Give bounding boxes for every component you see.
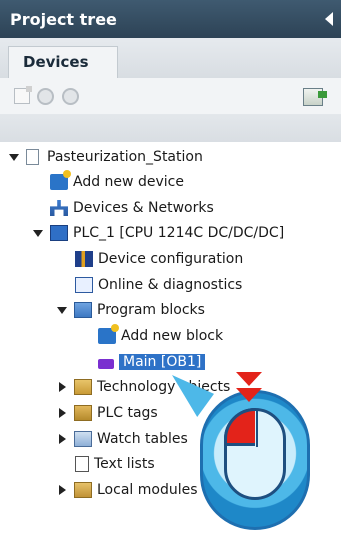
- tree-item-label: Add new block: [121, 328, 224, 344]
- tree-item-label: Watch tables: [97, 431, 188, 447]
- plc-icon: [50, 225, 68, 241]
- tree-item-label: Main [OB1]: [119, 354, 206, 370]
- tree-item-plc[interactable]: PLC_1 [CPU 1214C DC/DC/DC]: [32, 221, 284, 245]
- folder-icon: [74, 379, 92, 395]
- double-click-arrow-icon: [236, 372, 262, 386]
- online-diagnostics-icon: [75, 277, 93, 293]
- tree-toolbar: [0, 78, 341, 114]
- tree-item-label: PLC_1 [CPU 1214C DC/DC/DC]: [73, 225, 285, 241]
- tree-item-add-new-block[interactable]: Add new block: [98, 324, 223, 348]
- add-device-icon: [50, 170, 71, 190]
- tree-item-label: Text lists: [94, 456, 155, 472]
- back-icon[interactable]: [37, 88, 54, 105]
- watch-table-icon: [74, 431, 92, 447]
- collapse-icon[interactable]: [56, 432, 70, 446]
- tree-item-devices-networks[interactable]: Devices & Networks: [50, 196, 214, 220]
- tree-item-label: Pasteurization_Station: [47, 149, 203, 165]
- tree-item-label: Local modules: [97, 482, 198, 498]
- tree-item-root[interactable]: Pasteurization_Station: [8, 145, 203, 169]
- panel-title-bar: Project tree: [0, 0, 341, 38]
- folder-icon: [74, 482, 92, 498]
- network-icon: [50, 200, 68, 216]
- tree-item-label: PLC tags: [97, 405, 158, 421]
- tree-item-label: Devices & Networks: [73, 200, 214, 216]
- collapse-icon[interactable]: [56, 483, 70, 497]
- tree-item-program-blocks[interactable]: Program blocks: [56, 298, 205, 322]
- tree-item-label: Device configuration: [98, 251, 244, 267]
- expand-icon[interactable]: [32, 226, 46, 240]
- tree-item-add-new-device[interactable]: Add new device: [50, 170, 184, 194]
- add-block-icon: [98, 324, 119, 344]
- project-icon: [26, 149, 39, 165]
- tab-strip: Devices: [0, 38, 341, 78]
- tab-devices[interactable]: Devices: [8, 46, 118, 78]
- folder-icon: [74, 302, 92, 318]
- panel-title: Project tree: [10, 10, 117, 29]
- tree-item-text-lists[interactable]: Text lists: [75, 452, 155, 476]
- add-item-icon[interactable]: [14, 86, 32, 104]
- tree-item-main-ob1[interactable]: Main [OB1]: [98, 350, 206, 374]
- device-config-icon: [75, 251, 93, 267]
- collapse-panel-icon[interactable]: [325, 12, 333, 26]
- collapse-icon[interactable]: [56, 380, 70, 394]
- tree-item-plc-tags[interactable]: PLC tags: [56, 401, 158, 425]
- tree-item-label: Program blocks: [97, 302, 205, 318]
- expand-icon[interactable]: [8, 150, 22, 164]
- expand-icon[interactable]: [56, 303, 70, 317]
- tree-item-watch-tables[interactable]: Watch tables: [56, 427, 188, 451]
- tree-item-device-configuration[interactable]: Device configuration: [75, 247, 243, 271]
- organization-block-icon: [98, 358, 114, 369]
- tree-item-label: Add new device: [73, 174, 184, 190]
- collapse-icon[interactable]: [56, 406, 70, 420]
- forward-icon[interactable]: [62, 88, 79, 105]
- folder-icon: [74, 405, 92, 421]
- double-click-arrow-icon: [236, 388, 262, 402]
- tree-item-local-modules[interactable]: Local modules: [56, 478, 198, 502]
- device-view-icon[interactable]: [303, 88, 327, 106]
- text-list-icon: [75, 456, 89, 472]
- tree-item-label: Online & diagnostics: [98, 277, 243, 293]
- toolbar-separator: [0, 114, 341, 142]
- tree-item-online-diagnostics[interactable]: Online & diagnostics: [75, 273, 242, 297]
